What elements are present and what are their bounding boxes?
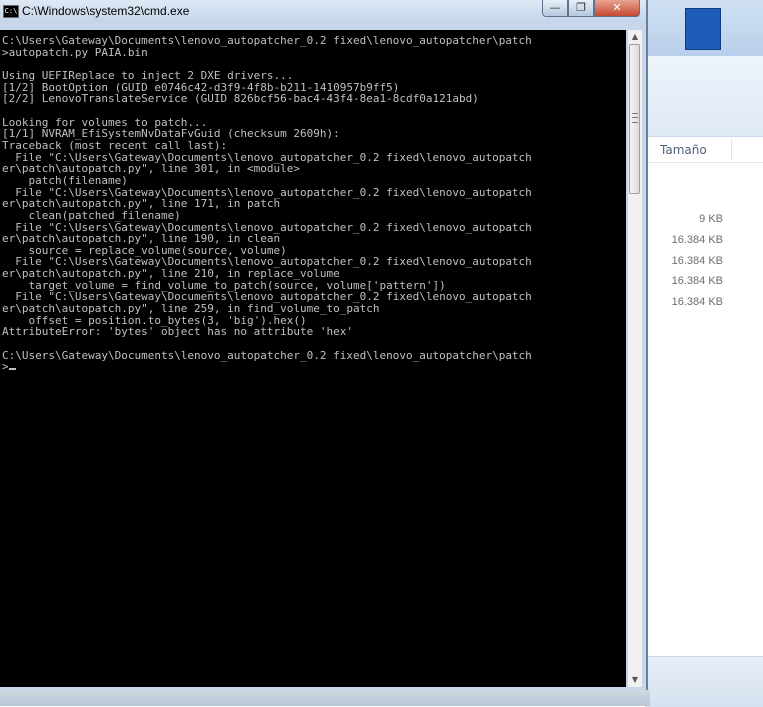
scroll-up-arrow-icon[interactable]: ▲ [628, 30, 642, 44]
scrollbar-grip-icon [632, 113, 638, 123]
console-output[interactable]: C:\Users\Gateway\Documents\lenovo_autopa… [0, 30, 626, 687]
column-separator[interactable] [731, 140, 732, 160]
explorer-details-pane [645, 656, 763, 707]
column-size-header[interactable]: Tamaño [660, 143, 707, 157]
desktop-background [0, 690, 650, 706]
minimize-button[interactable]: — [542, 0, 568, 17]
console-text[interactable]: C:\Users\Gateway\Documents\lenovo_autopa… [0, 30, 626, 373]
file-size[interactable]: 9 KB [699, 213, 723, 225]
maximize-button[interactable]: ❐ [568, 0, 594, 17]
cmd-window[interactable]: C:\ C:\Windows\system32\cmd.exe — ❐ ✕ C:… [0, 0, 648, 690]
explorer-window: Tamaño 9 KB 16.384 KB 16.384 KB 16.384 K… [645, 0, 763, 707]
scroll-down-arrow-icon[interactable]: ▼ [628, 673, 642, 687]
vertical-scrollbar[interactable]: ▲ ▼ [627, 30, 642, 687]
title-bar[interactable]: C:\ C:\Windows\system32\cmd.exe — ❐ ✕ [0, 0, 646, 22]
file-size[interactable]: 16.384 KB [672, 234, 723, 246]
console-line: AttributeError: 'bytes' object has no at… [2, 325, 353, 339]
cmd-app-icon[interactable]: C:\ [3, 5, 19, 18]
file-size[interactable]: 16.384 KB [672, 296, 723, 308]
scrollbar-thumb[interactable] [629, 44, 640, 194]
window-title: C:\Windows\system32\cmd.exe [22, 4, 190, 18]
text-cursor [8, 368, 16, 371]
explorer-top-area [645, 0, 763, 56]
close-button[interactable]: ✕ [594, 0, 640, 17]
file-size[interactable]: 16.384 KB [672, 255, 723, 267]
desktop-tile [685, 8, 721, 50]
console-line: [2/2] LenovoTranslateService (GUID 826bc… [2, 92, 479, 106]
explorer-column-header[interactable]: Tamaño [645, 138, 763, 163]
file-size[interactable]: 16.384 KB [672, 275, 723, 287]
console-line: C:\Users\Gateway\Documents\lenovo_autopa… [2, 348, 532, 362]
console-line: > [2, 360, 9, 374]
explorer-toolbar [645, 56, 763, 137]
console-line: >autopatch.py PAIA.bin [2, 45, 148, 59]
